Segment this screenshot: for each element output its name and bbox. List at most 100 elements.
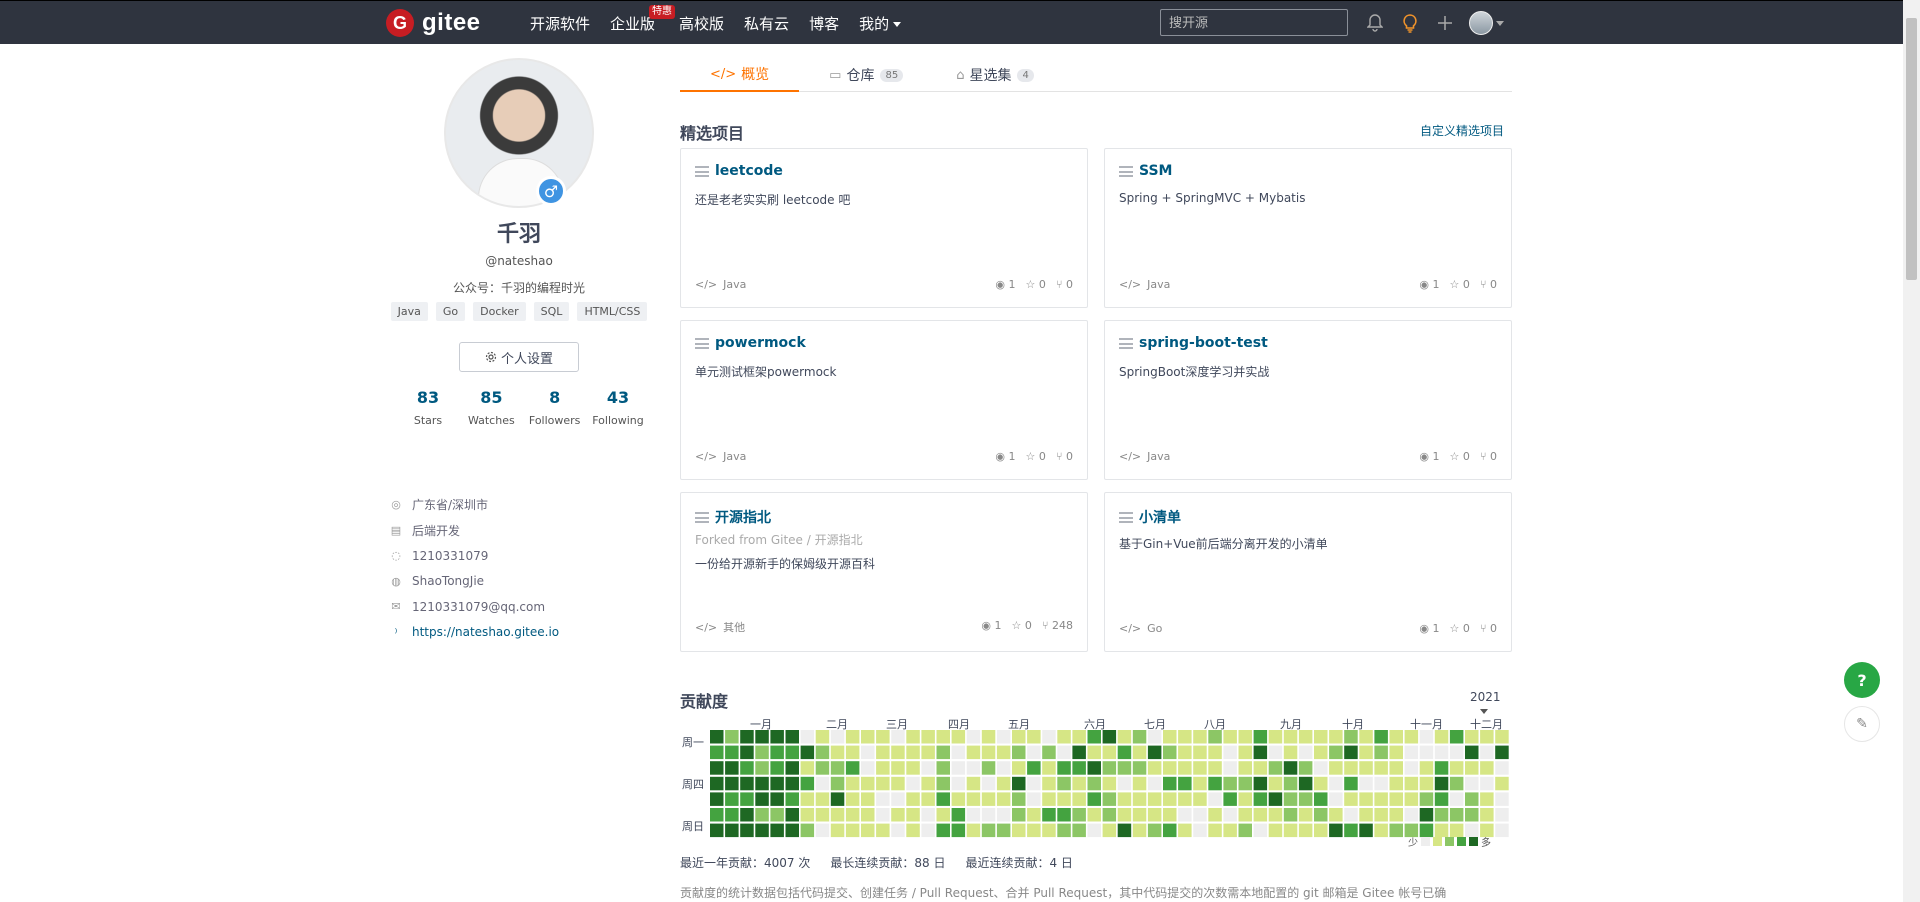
heatmap-cell[interactable]: [1012, 808, 1026, 822]
heatmap-cell[interactable]: [1298, 745, 1313, 760]
heatmap-cell[interactable]: [815, 808, 830, 822]
heatmap-cell[interactable]: [891, 823, 905, 838]
heatmap-cell[interactable]: [740, 761, 754, 775]
heatmap-cell[interactable]: [1434, 745, 1449, 760]
heatmap-cell[interactable]: [981, 808, 996, 822]
fork-source[interactable]: Forked from Gitee / 开源指北: [695, 531, 863, 548]
heatmap-cell[interactable]: [1102, 745, 1117, 760]
heatmap-cell[interactable]: [1193, 792, 1207, 806]
heatmap-cell[interactable]: [1178, 792, 1192, 806]
heatmap-cell[interactable]: [1480, 792, 1494, 806]
heatmap-cell[interactable]: [1042, 745, 1056, 760]
heatmap-cell[interactable]: [725, 761, 739, 775]
heatmap-cell[interactable]: [1495, 808, 1509, 822]
heatmap-cell[interactable]: [1027, 745, 1041, 760]
heatmap-cell[interactable]: [1178, 808, 1192, 822]
heatmap-cell[interactable]: [1117, 730, 1132, 744]
heatmap-cell[interactable]: [966, 792, 981, 806]
heatmap-cell[interactable]: [1193, 823, 1207, 838]
heatmap-cell[interactable]: [815, 776, 830, 791]
heatmap-cell[interactable]: [1465, 730, 1479, 744]
project-title-link[interactable]: spring-boot-test: [1139, 335, 1268, 351]
heatmap-cell[interactable]: [1268, 823, 1283, 838]
heatmap-cell[interactable]: [755, 792, 769, 806]
heatmap-cell[interactable]: [1329, 808, 1343, 822]
heatmap-cell[interactable]: [981, 761, 996, 775]
heatmap-cell[interactable]: [891, 776, 905, 791]
heatmap-cell[interactable]: [1208, 761, 1222, 775]
heatmap-cell[interactable]: [1178, 730, 1192, 744]
heatmap-cell[interactable]: [830, 745, 845, 760]
heatmap-cell[interactable]: [1163, 761, 1177, 775]
heatmap-cell[interactable]: [1117, 808, 1132, 822]
heatmap-cell[interactable]: [1359, 776, 1373, 791]
heatmap-cell[interactable]: [921, 808, 935, 822]
heatmap-cell[interactable]: [906, 776, 920, 791]
heatmap-cell[interactable]: [1419, 761, 1434, 775]
heatmap-cell[interactable]: [800, 776, 815, 791]
heatmap-cell[interactable]: [785, 808, 800, 822]
heatmap-cell[interactable]: [1298, 761, 1313, 775]
heatmap-cell[interactable]: [1389, 761, 1404, 775]
heatmap-cell[interactable]: [1434, 776, 1449, 791]
heatmap-cell[interactable]: [1465, 808, 1479, 822]
heatmap-cell[interactable]: [1480, 761, 1494, 775]
star-count[interactable]: ☆ 0: [1012, 619, 1032, 635]
heatmap-cell[interactable]: [1465, 776, 1479, 791]
heatmap-cell[interactable]: [1042, 761, 1056, 775]
heatmap-cell[interactable]: [800, 730, 815, 744]
fork-count[interactable]: ⑂ 248: [1042, 619, 1073, 635]
heatmap-cell[interactable]: [725, 808, 739, 822]
heatmap-cell[interactable]: [1042, 808, 1056, 822]
heatmap-cell[interactable]: [1223, 730, 1237, 744]
heatmap-cell[interactable]: [815, 792, 830, 806]
nav-private-cloud[interactable]: 私有云: [744, 13, 789, 34]
help-button[interactable]: ?: [1844, 662, 1880, 698]
heatmap-cell[interactable]: [876, 745, 890, 760]
heatmap-cell[interactable]: [1102, 761, 1117, 775]
heatmap-cell[interactable]: [1359, 745, 1373, 760]
heatmap-cell[interactable]: [1117, 761, 1132, 775]
heatmap-cell[interactable]: [1012, 776, 1026, 791]
heatmap-cell[interactable]: [1253, 761, 1268, 775]
heatmap-cell[interactable]: [1314, 761, 1328, 775]
heatmap-cell[interactable]: [951, 730, 966, 744]
heatmap-cell[interactable]: [830, 808, 845, 822]
heatmap-cell[interactable]: [1374, 776, 1388, 791]
heatmap-cell[interactable]: [1329, 730, 1343, 744]
heatmap-cell[interactable]: [1072, 776, 1086, 791]
heatmap-cell[interactable]: [800, 761, 815, 775]
heatmap-cell[interactable]: [1404, 730, 1419, 744]
heatmap-cell[interactable]: [815, 745, 830, 760]
heatmap-cell[interactable]: [1253, 792, 1268, 806]
heatmap-cell[interactable]: [936, 761, 951, 775]
scrollbar-thumb[interactable]: [1906, 18, 1917, 280]
heatmap-cell[interactable]: [1117, 745, 1132, 760]
heatmap-cell[interactable]: [1449, 808, 1464, 822]
heatmap-cell[interactable]: [1072, 823, 1086, 838]
project-title-link[interactable]: leetcode: [715, 163, 783, 179]
heatmap-cell[interactable]: [740, 776, 754, 791]
heatmap-cell[interactable]: [981, 823, 996, 838]
heatmap-cell[interactable]: [1117, 776, 1132, 791]
heatmap-cell[interactable]: [1495, 730, 1509, 744]
star-count[interactable]: ☆ 0: [1026, 278, 1046, 291]
heatmap-cell[interactable]: [710, 730, 724, 744]
heatmap-cell[interactable]: [1253, 808, 1268, 822]
heatmap-cell[interactable]: [1314, 808, 1328, 822]
heatmap-cell[interactable]: [1027, 761, 1041, 775]
heatmap-cell[interactable]: [845, 808, 860, 822]
heatmap-cell[interactable]: [1253, 823, 1268, 838]
heatmap-cell[interactable]: [936, 730, 951, 744]
heatmap-cell[interactable]: [1495, 776, 1509, 791]
heatmap-cell[interactable]: [1344, 745, 1358, 760]
heatmap-cell[interactable]: [891, 792, 905, 806]
heatmap-cell[interactable]: [1223, 761, 1237, 775]
heatmap-cell[interactable]: [981, 745, 996, 760]
heatmap-cell[interactable]: [755, 776, 769, 791]
heatmap-cell[interactable]: [1374, 761, 1388, 775]
heatmap-cell[interactable]: [1389, 730, 1404, 744]
heatmap-cell[interactable]: [1147, 776, 1162, 791]
heatmap-cell[interactable]: [1359, 823, 1373, 838]
heatmap-cell[interactable]: [1419, 745, 1434, 760]
